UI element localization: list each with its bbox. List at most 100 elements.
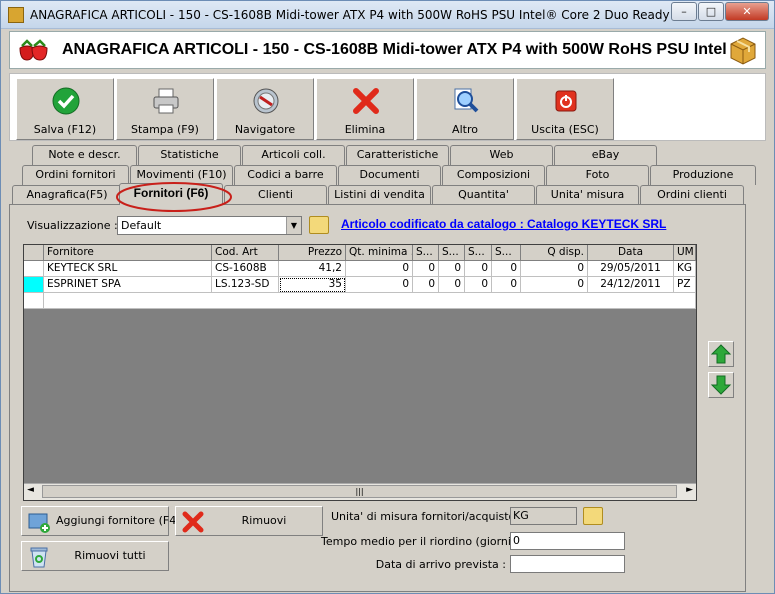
app-icon — [8, 7, 24, 23]
tab-codici-barre[interactable]: Codici a barre — [234, 165, 337, 185]
row-marker[interactable] — [24, 261, 44, 277]
table-cell[interactable]: 0 — [465, 261, 492, 277]
delete-icon — [182, 511, 204, 533]
tab-listini[interactable]: Listini di vendita — [328, 185, 431, 205]
close-button[interactable]: ✕ — [725, 2, 769, 21]
table-cell[interactable]: 0 — [346, 277, 413, 293]
tab-ebay[interactable]: eBay — [554, 145, 657, 165]
tab-note[interactable]: Note e descr. — [32, 145, 137, 165]
tab-web[interactable]: Web — [450, 145, 553, 165]
column-header[interactable]: UM — [674, 245, 696, 261]
column-header[interactable]: Data — [588, 245, 674, 261]
tab-ordini-clienti[interactable]: Ordini clienti — [640, 185, 744, 205]
table-cell[interactable]: KEYTECK SRL — [44, 261, 212, 277]
power-icon — [555, 90, 577, 112]
tab-statistiche[interactable]: Statistiche — [138, 145, 241, 165]
print-button[interactable]: Stampa (F9) — [116, 78, 214, 140]
package-icon — [730, 37, 756, 65]
maximize-button[interactable]: □ — [698, 2, 724, 21]
folder-icon[interactable] — [309, 216, 329, 234]
selected-row-marker[interactable] — [24, 277, 44, 293]
um-field[interactable]: KG — [510, 507, 577, 525]
horizontal-scrollbar[interactable]: ◄ ||| ► — [24, 483, 696, 500]
new-row-marker[interactable] — [24, 293, 44, 309]
table-cell[interactable]: 0 — [439, 261, 465, 277]
table-cell[interactable]: 0 — [492, 261, 521, 277]
tab-quantita[interactable]: Quantita' — [432, 185, 535, 205]
tab-articoli-coll[interactable]: Articoli coll. — [242, 145, 345, 165]
remove-button[interactable]: Rimuovi — [175, 506, 323, 536]
um-label: Unita' di misura fornitori/acquisto : — [331, 510, 523, 523]
title-bar[interactable]: ANAGRAFICA ARTICOLI - 150 - CS-1608B Mid… — [1, 1, 774, 29]
table-cell[interactable]: 0 — [465, 277, 492, 293]
column-header[interactable]: S... — [465, 245, 492, 261]
remove-all-label: Rimuovi tutti — [74, 549, 146, 562]
table-cell[interactable]: 0 — [521, 277, 588, 293]
table-cell[interactable]: 0 — [439, 277, 465, 293]
more-button[interactable]: Altro — [416, 78, 514, 140]
table-cell[interactable]: 41,2 — [279, 261, 346, 277]
tab-caratteristiche[interactable]: Caratteristiche — [346, 145, 449, 165]
move-up-button[interactable] — [708, 341, 734, 367]
minimize-button[interactable]: – — [671, 2, 697, 21]
visualizzazione-value: Default — [121, 219, 162, 232]
column-header[interactable]: Fornitore — [44, 245, 212, 261]
new-row[interactable] — [44, 293, 696, 309]
column-header[interactable]: Q disp. — [521, 245, 588, 261]
table-cell[interactable]: 0 — [346, 261, 413, 277]
table-cell[interactable]: 0 — [521, 261, 588, 277]
visualizzazione-select[interactable]: Default ▼ — [117, 216, 302, 235]
data-arrivo-field[interactable] — [510, 555, 625, 573]
scroll-right-icon[interactable]: ► — [686, 485, 693, 495]
tab-documenti[interactable]: Documenti — [338, 165, 441, 185]
tab-foto[interactable]: Foto — [546, 165, 649, 185]
table-cell[interactable]: KG — [674, 261, 696, 277]
column-header[interactable]: S... — [439, 245, 465, 261]
remove-all-button[interactable]: Rimuovi tutti — [21, 541, 169, 571]
table-cell[interactable]: CS-1608B — [212, 261, 279, 277]
strawberry-icon — [19, 39, 48, 61]
tab-composizioni[interactable]: Composizioni — [442, 165, 545, 185]
tab-unita-misura[interactable]: Unita' misura — [536, 185, 639, 205]
scroll-thumb[interactable]: ||| — [42, 485, 677, 498]
tab-fornitori[interactable]: Fornitori (F6) — [119, 183, 223, 205]
tab-movimenti[interactable]: Movimenti (F10) — [130, 165, 233, 185]
navigator-button[interactable]: Navigatore — [216, 78, 314, 140]
save-label: Salva (F12) — [33, 123, 97, 136]
table-cell[interactable]: LS.123-SD — [212, 277, 279, 293]
catalog-link[interactable]: Articolo codificato da catalogo : Catalo… — [341, 217, 666, 231]
chevron-down-icon[interactable]: ▼ — [286, 217, 301, 234]
move-down-button[interactable] — [708, 372, 734, 398]
tempo-field[interactable]: 0 — [510, 532, 625, 550]
table-cell[interactable]: 0 — [413, 277, 439, 293]
tab-clienti[interactable]: Clienti — [224, 185, 327, 205]
table-cell[interactable]: PZ — [674, 277, 696, 293]
table-cell[interactable]: 29/05/2011 — [588, 261, 674, 277]
column-header[interactable]: Cod. Art — [212, 245, 279, 261]
column-header[interactable]: Prezzo — [279, 245, 346, 261]
folder-icon[interactable] — [583, 507, 603, 525]
add-supplier-button[interactable]: Aggiungi fornitore (F4) — [21, 506, 181, 536]
table-cell[interactable]: ESPRINET SPA — [44, 277, 212, 293]
column-header[interactable]: S... — [492, 245, 521, 261]
table-cell[interactable]: 0 — [492, 277, 521, 293]
table-cell[interactable]: 24/12/2011 — [588, 277, 674, 293]
exit-label: Uscita (ESC) — [531, 123, 599, 136]
grid-corner — [24, 245, 44, 261]
scroll-left-icon[interactable]: ◄ — [27, 485, 34, 495]
delete-button[interactable]: Elimina — [316, 78, 414, 140]
table-cell-focused[interactable]: 35 — [279, 277, 346, 293]
add-supplier-icon — [28, 513, 50, 533]
exit-button[interactable]: Uscita (ESC) — [516, 78, 614, 140]
table-cell[interactable]: 0 — [413, 261, 439, 277]
tab-produzione[interactable]: Produzione — [650, 165, 756, 185]
tab-anagrafica[interactable]: Anagrafica(F5) — [12, 185, 122, 205]
recycle-bin-icon — [30, 547, 48, 568]
add-supplier-label: Aggiungi fornitore (F4) — [56, 514, 181, 527]
column-header[interactable]: Qt. minima ... — [346, 245, 413, 261]
column-header[interactable]: S... — [413, 245, 439, 261]
tab-ordini-fornitori[interactable]: Ordini fornitori — [22, 165, 129, 185]
suppliers-grid[interactable]: Fornitore Cod. Art Prezzo Qt. minima ...… — [23, 244, 697, 501]
save-button[interactable]: Salva (F12) — [16, 78, 114, 140]
delete-label: Elimina — [344, 123, 386, 136]
